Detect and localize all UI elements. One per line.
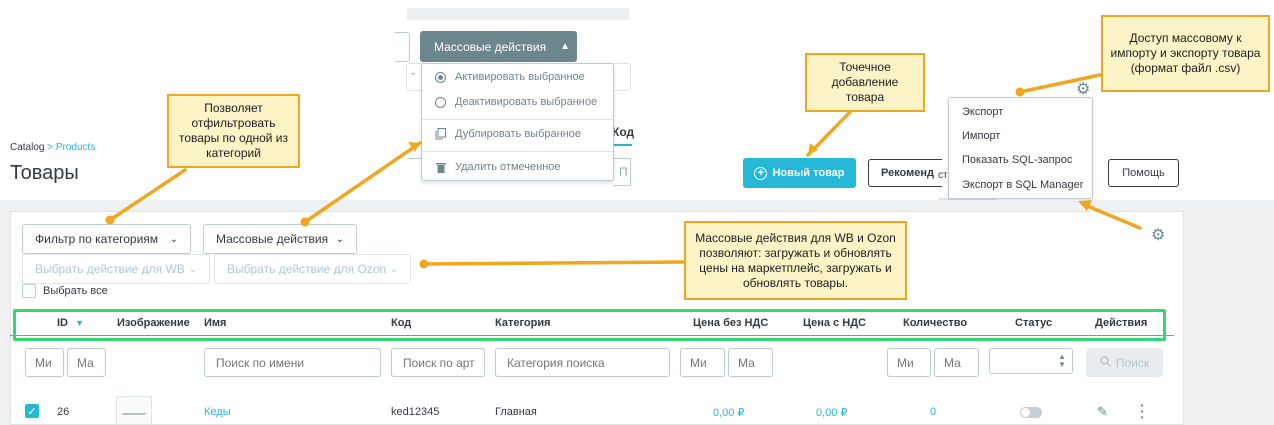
arrow-to-marketplace-actions (422, 260, 685, 266)
arrow-to-mass-actions (303, 141, 422, 224)
callout-add-product: Точечное добавление товара (805, 53, 925, 112)
callout-import-export: Доступ массовому к импорту и экспорту то… (1101, 15, 1270, 92)
arrow-to-export-menu (1018, 73, 1102, 94)
arrow-to-gear (1083, 203, 1142, 230)
callout-category-filter: Позволяет отфильтровать товары по одной … (167, 94, 300, 168)
arrow-to-category-filter (108, 168, 187, 222)
callout-mass-actions: Массовые действия для WB и Ozon позволяю… (684, 221, 907, 300)
callout-arrows (105, 73, 1142, 269)
